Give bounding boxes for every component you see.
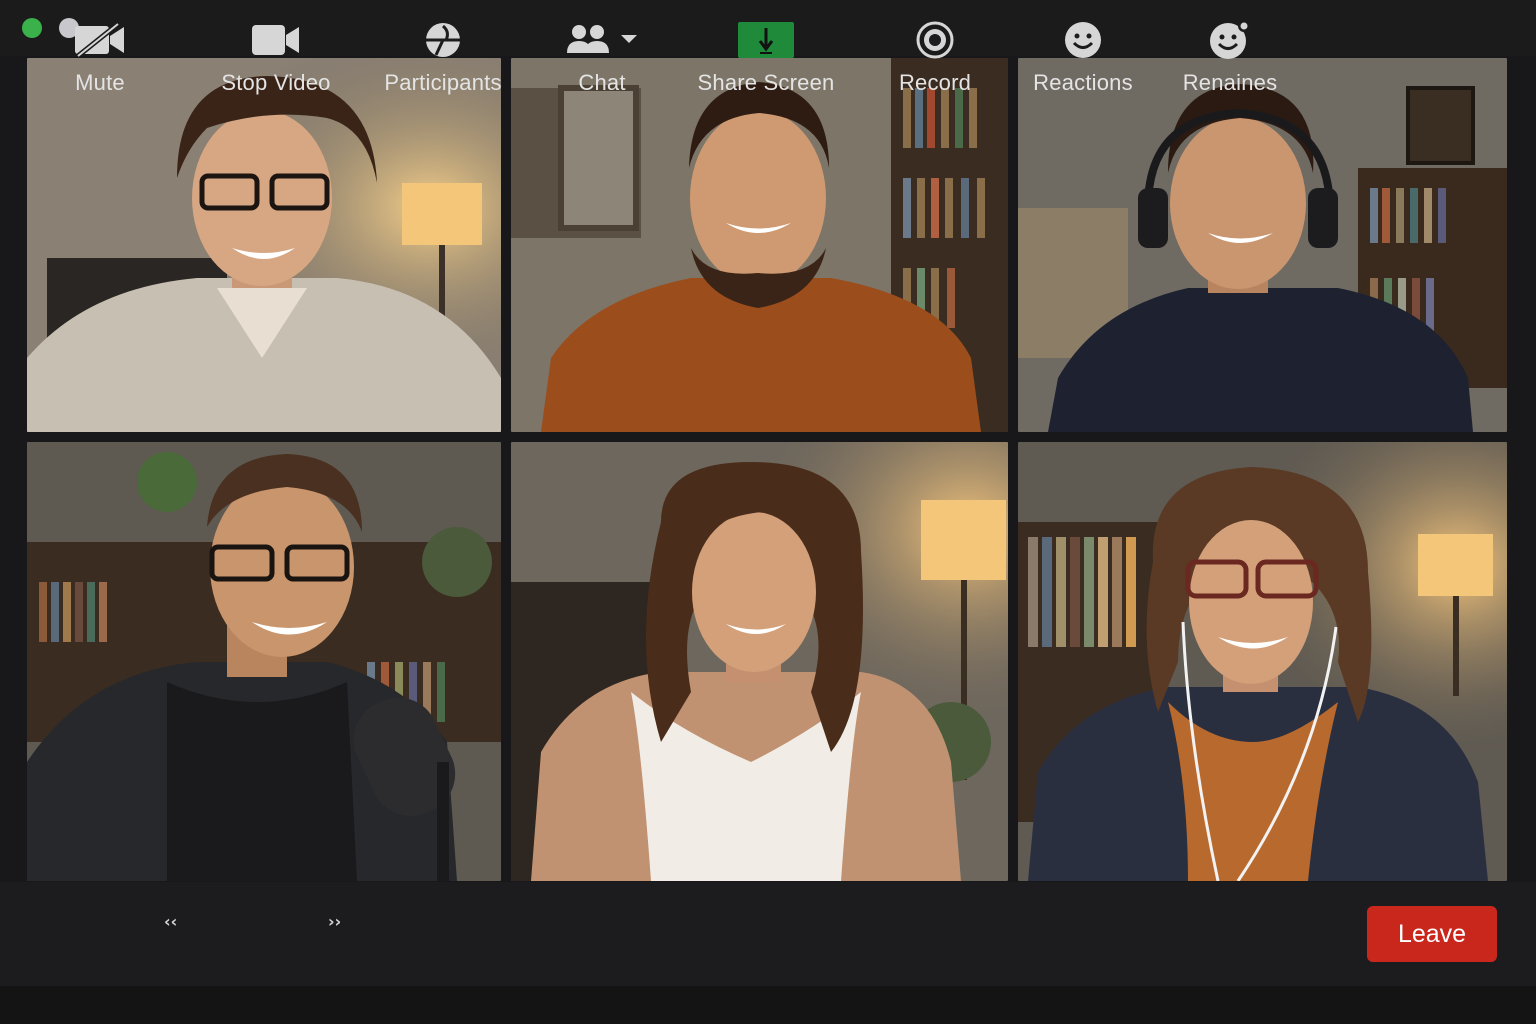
video-camera-icon — [251, 20, 301, 60]
participant-1-video — [27, 58, 501, 432]
leave-button[interactable]: Leave — [1367, 906, 1497, 962]
stop-video-label: Stop Video — [221, 70, 331, 95]
people-dropdown-icon — [565, 20, 639, 60]
record-label: Record — [898, 70, 972, 95]
participant-2-video — [511, 58, 1008, 432]
video-tile-participant-3[interactable] — [1018, 58, 1507, 432]
participants-button[interactable]: Participants — [378, 20, 508, 100]
stop-video-button[interactable]: Stop Video — [214, 20, 338, 100]
reactions-label: Reactions — [1033, 70, 1133, 95]
chat-label: Chat — [578, 70, 626, 95]
share-screen-label: Share Screen — [697, 70, 835, 95]
mute-label: Mute — [75, 70, 125, 95]
participant-3-video — [1018, 58, 1507, 432]
mute-button[interactable]: Mute — [70, 20, 130, 100]
video-tile-participant-5[interactable] — [511, 442, 1008, 881]
smiley-plus-icon — [1208, 20, 1252, 60]
video-off-icon — [74, 20, 126, 60]
chat-button[interactable]: Chat — [562, 20, 642, 100]
share-screen-button[interactable]: Share Screen — [697, 20, 835, 100]
participant-5-video — [511, 442, 1008, 881]
toolbar-bottom-strip — [0, 986, 1536, 1024]
participants-label: Participants — [384, 70, 502, 95]
participant-6-video — [1018, 442, 1507, 881]
smiley-icon — [1063, 20, 1103, 60]
caret-left-icon[interactable]: ‹‹ — [164, 912, 177, 931]
video-tile-participant-2[interactable] — [511, 58, 1008, 432]
participant-4-video — [27, 442, 501, 881]
record-icon — [915, 20, 955, 60]
meeting-toolbar — [0, 882, 1536, 986]
video-tile-participant-4[interactable] — [27, 442, 501, 881]
caret-right-icon[interactable]: ›› — [328, 912, 341, 931]
reactions-button[interactable]: Reactions — [1030, 20, 1136, 100]
share-screen-icon — [738, 20, 794, 60]
video-tile-participant-6[interactable] — [1018, 442, 1507, 881]
renaines-label: Renaines — [1182, 70, 1278, 95]
record-button[interactable]: Record — [895, 20, 975, 100]
renaines-button[interactable]: Renaines — [1180, 20, 1280, 100]
video-tile-participant-1[interactable] — [27, 58, 501, 432]
participants-icon — [422, 20, 464, 60]
video-grid — [27, 58, 1507, 881]
window-dot-green-icon[interactable] — [22, 18, 42, 38]
